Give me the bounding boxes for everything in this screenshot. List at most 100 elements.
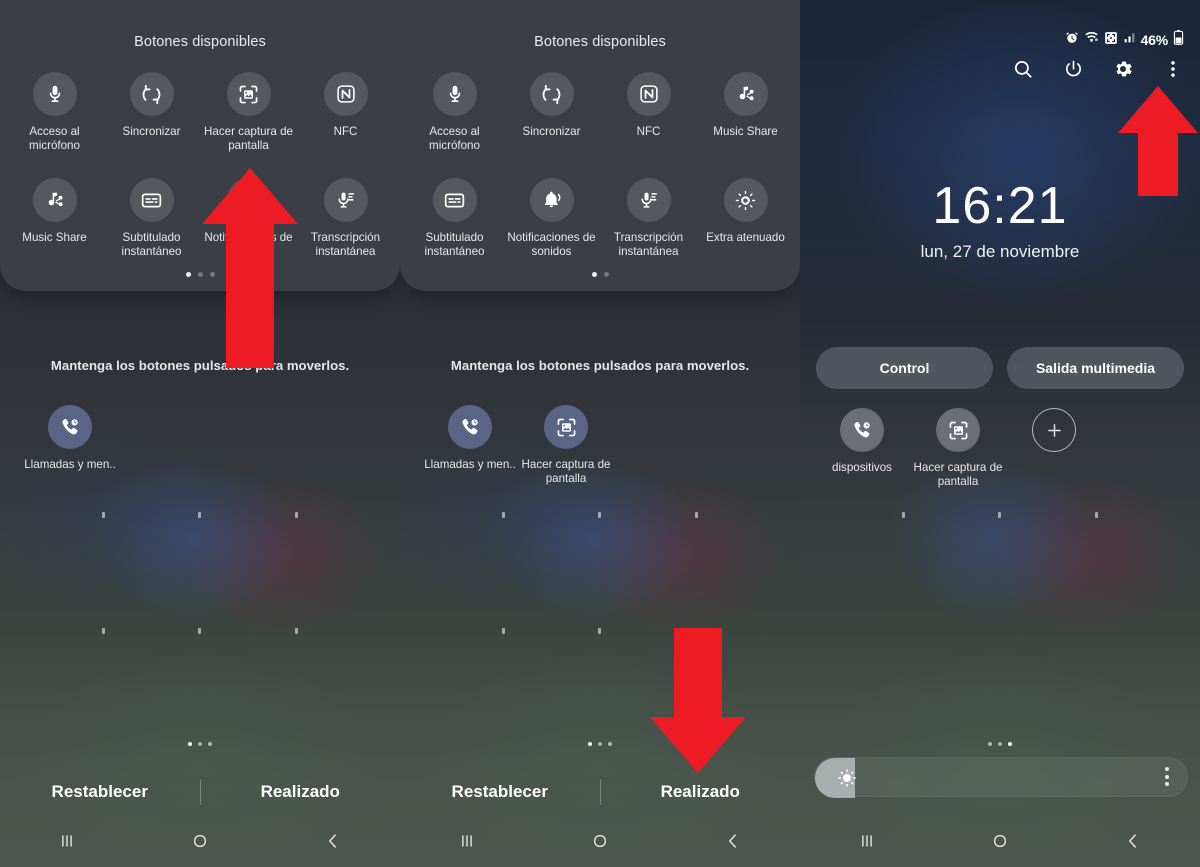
available-tile[interactable]: Sincronizar [103,72,200,152]
sync-icon [129,72,174,116]
navigation-bar [0,815,400,867]
quick-tile-devices[interactable]: dispositivos [814,408,910,488]
call-message-continuity-icon [840,408,884,452]
available-buttons-grid: Acceso al micrófono Sincronizar [0,72,400,152]
available-buttons-sheet: Botones disponibles Acceso al micrófono [0,0,400,292]
sheet-page-dots[interactable] [0,272,400,278]
home-icon[interactable] [170,821,230,861]
screenshot-icon [544,405,588,449]
available-tile[interactable]: Subtitulado instantáneo [406,178,503,258]
available-tile-screenshot[interactable]: Hacer captura de pantalla [200,72,297,152]
back-icon[interactable] [703,821,763,861]
available-tile[interactable]: NFC [297,72,394,152]
arrow-down-done-button [650,628,746,773]
control-button[interactable]: Control [816,347,993,389]
nfc-icon [626,72,671,116]
music-share-icon [723,72,768,116]
more-options-icon[interactable] [1160,56,1186,82]
available-tile[interactable]: Notificaciones de sonidos [503,178,600,258]
tray-tile[interactable]: Hacer captura de pantalla [518,405,614,485]
quick-tiles-row: dispositivos Hacer captura de pantalla [800,408,1200,488]
panel-edit-page-1: Botones disponibles Acceso al micrófono [0,0,400,867]
kebab-menu-icon[interactable] [1165,767,1169,786]
sheet-title: Botones disponibles [534,34,666,50]
back-icon[interactable] [303,821,363,861]
recents-icon[interactable] [37,821,97,861]
back-icon[interactable] [1103,821,1163,861]
screenshot-stage: Botones disponibles Acceso al micrófono [0,0,1200,867]
available-tile-label: NFC [636,125,661,138]
navigation-bar [400,815,800,867]
reset-button[interactable]: Restablecer [400,782,600,802]
recents-icon[interactable] [837,821,897,861]
available-tile[interactable]: Transcripción instantánea [297,178,394,258]
home-icon[interactable] [970,821,1030,861]
available-tile-label: Music Share [713,125,778,138]
wifi-icon [1084,31,1099,50]
brightness-slider[interactable] [814,757,1188,798]
tray-tile[interactable]: Llamadas y men.. [22,405,118,472]
sheet-title: Botones disponibles [134,34,266,50]
available-tile-label: NFC [333,125,358,138]
available-buttons-grid: Acceso al micrófono Sincronizar [400,72,800,152]
available-tile[interactable]: Extra atenuado [697,178,794,258]
tray-tile[interactable]: Llamadas y men.. [422,405,518,485]
quick-tile-label: Hacer captura de pantalla [913,461,1003,488]
available-tile-label: Music Share [22,231,87,245]
available-tile-label: Sincronizar [122,125,181,138]
signal-icon [1123,31,1136,49]
tray-tile-label: Llamadas y men.. [24,458,116,471]
search-icon[interactable] [1010,56,1036,82]
clock-date: lun, 27 de noviembre [920,242,1080,261]
home-icon[interactable] [570,821,630,861]
brightness-icon [835,766,859,790]
panel-handle[interactable] [0,742,400,746]
available-tile[interactable]: Music Share [6,178,103,258]
battery-percent-label: 46% [1140,32,1169,48]
available-tile-label: Extra atenuado [706,231,785,245]
drag-hint: Mantenga los botones pulsados para mover… [50,358,350,373]
edit-action-bar: Restablecer Realizado [0,770,400,814]
live-transcribe-icon [626,178,671,223]
microphone-icon [32,72,77,116]
panel-handle[interactable] [800,742,1200,746]
live-caption-icon [129,178,174,223]
available-tile[interactable]: Acceso al micrófono [6,72,103,152]
available-tile[interactable]: Music Share [697,72,794,152]
available-tile[interactable]: Subtitulado instantáneo [103,178,200,258]
quick-tile-add[interactable] [1006,408,1102,488]
quick-panel-header-icons [1010,56,1186,82]
sheet-page-dots[interactable] [400,272,800,278]
reset-button[interactable]: Restablecer [0,782,200,802]
nfc-icon [323,72,368,116]
done-button[interactable]: Realizado [601,782,801,802]
panel-quick-settings: 46% 16:21 lun, 27 de noviembre Control S… [800,0,1200,867]
arrow-up-screenshot-tile [202,168,298,368]
quick-tile-screenshot[interactable]: Hacer captura de pantalla [910,408,1006,488]
gear-icon[interactable] [1110,56,1136,82]
call-message-continuity-icon [48,405,92,449]
available-tile[interactable]: Acceso al micrófono [406,72,503,152]
microphone-icon [432,72,477,116]
available-tile[interactable]: NFC [600,72,697,152]
live-caption-icon [432,178,477,223]
music-share-icon [32,178,77,223]
quick-panel-pills: Control Salida multimedia [816,347,1184,389]
available-tile[interactable]: Sincronizar [503,72,600,152]
available-buttons-sheet: Botones disponibles Acceso al micrófono [400,0,800,292]
available-tile-label: Acceso al micrófono [429,125,480,152]
available-buttons-grid-row2: Music Share Subtitulado instantáneo Tran… [0,178,400,258]
done-button[interactable]: Realizado [201,782,401,802]
available-tile-label: Notificaciones de sonidos [507,231,596,258]
available-tile-label: Subtitulado instantáneo [424,231,485,258]
power-icon[interactable] [1060,56,1086,82]
available-tile-label: Transcripción instantánea [310,231,381,258]
recents-icon[interactable] [437,821,497,861]
available-tile-label: Transcripción instantánea [613,231,684,258]
call-message-continuity-icon [448,405,492,449]
available-tile[interactable]: Transcripción instantánea [600,178,697,258]
alarm-icon [1065,31,1079,50]
media-output-button[interactable]: Salida multimedia [1007,347,1184,389]
quick-tile-label: dispositivos [832,461,892,474]
add-icon [1032,408,1076,452]
